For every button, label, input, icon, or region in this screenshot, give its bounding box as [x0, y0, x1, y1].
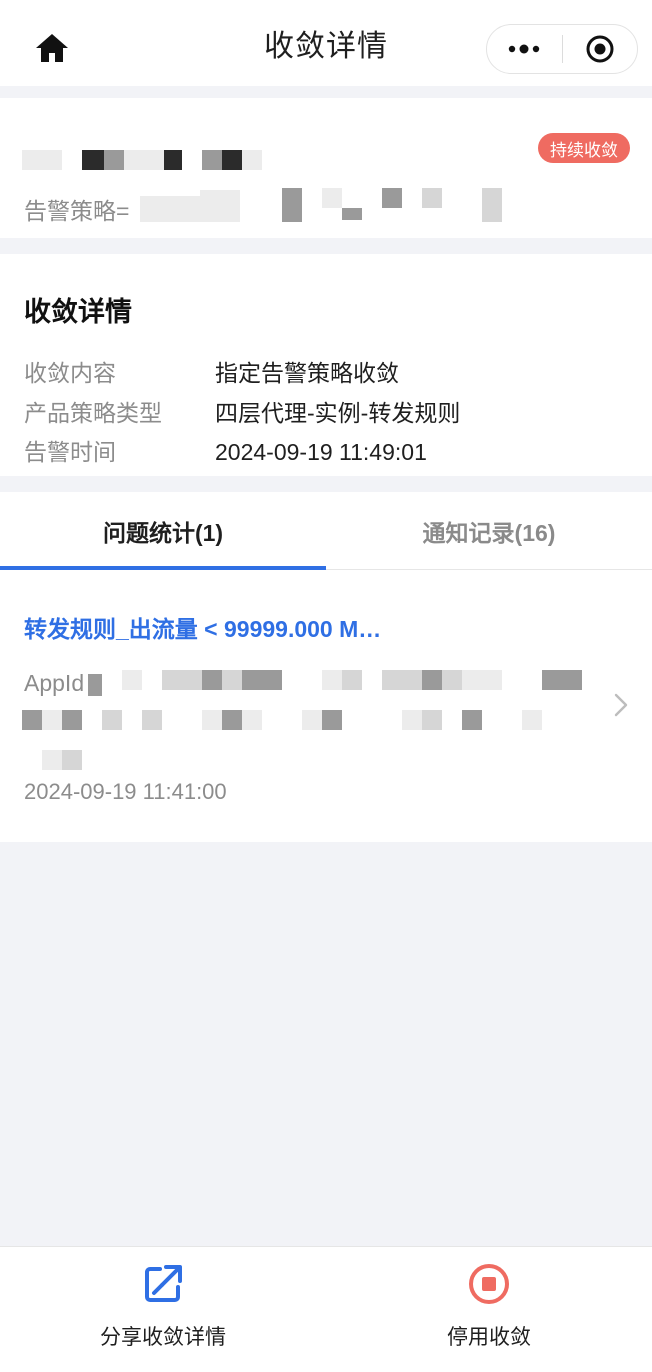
issue-title[interactable]: 转发规则_出流量 < 99999.000 M… [24, 610, 381, 644]
issue-appid-label: AppId [24, 670, 85, 696]
share-button-label: 分享收敛详情 [100, 1326, 226, 1349]
share-icon [142, 1263, 184, 1305]
status-badge: 持续收敛 [538, 133, 630, 163]
page: 收敛详情 持续收敛 告警策略= 收敛详情 收敛内容 指定告警策略收敛 产品策略类… [0, 0, 652, 1372]
share-details-button[interactable]: 分享收敛详情 [0, 1247, 326, 1372]
more-dots-icon[interactable] [487, 25, 562, 73]
alert-policy-label: 告警策略= [24, 198, 130, 224]
detail-label: 告警时间 [24, 439, 116, 465]
detail-label: 收敛内容 [24, 360, 116, 386]
detail-value: 2024-09-19 11:49:01 [215, 439, 427, 465]
detail-row-time: 告警时间 2024-09-19 11:49:01 [24, 433, 427, 467]
issue-timestamp: 2024-09-19 11:41:00 [24, 779, 227, 804]
detail-row-content: 收敛内容 指定告警策略收敛 [24, 354, 399, 388]
mini-program-capsule [486, 24, 638, 74]
target-circle-icon[interactable] [563, 25, 638, 73]
detail-value: 四层代理-实例-转发规则 [215, 400, 461, 426]
tab-bar: 问题统计(1) 通知记录(16) [0, 492, 652, 570]
stop-convergence-button[interactable]: 停用收敛 [326, 1247, 652, 1372]
stop-circle-icon [468, 1263, 510, 1305]
detail-value: 指定告警策略收敛 [215, 360, 399, 386]
chevron-right-icon[interactable] [612, 692, 630, 718]
detail-row-type: 产品策略类型 四层代理-实例-转发规则 [24, 394, 460, 428]
stop-button-label: 停用收敛 [447, 1326, 531, 1349]
detail-label: 产品策略类型 [24, 400, 162, 426]
tab-issue-stats[interactable]: 问题统计(1) [0, 492, 326, 570]
detail-card: 收敛详情 收敛内容 指定告警策略收敛 产品策略类型 四层代理-实例-转发规则 告警时… [0, 254, 652, 476]
bottom-action-bar: 分享收敛详情 停用收敛 [0, 1246, 652, 1372]
home-icon[interactable] [30, 26, 74, 70]
nav-bar: 收敛详情 [0, 0, 652, 86]
issue-list-item[interactable]: 转发规则_出流量 < 99999.000 M… AppId 2024-09-19… [0, 570, 652, 842]
page-title: 收敛详情 [264, 30, 388, 63]
tab-notification-records[interactable]: 通知记录(16) [326, 492, 652, 570]
section-title: 收敛详情 [24, 297, 132, 327]
